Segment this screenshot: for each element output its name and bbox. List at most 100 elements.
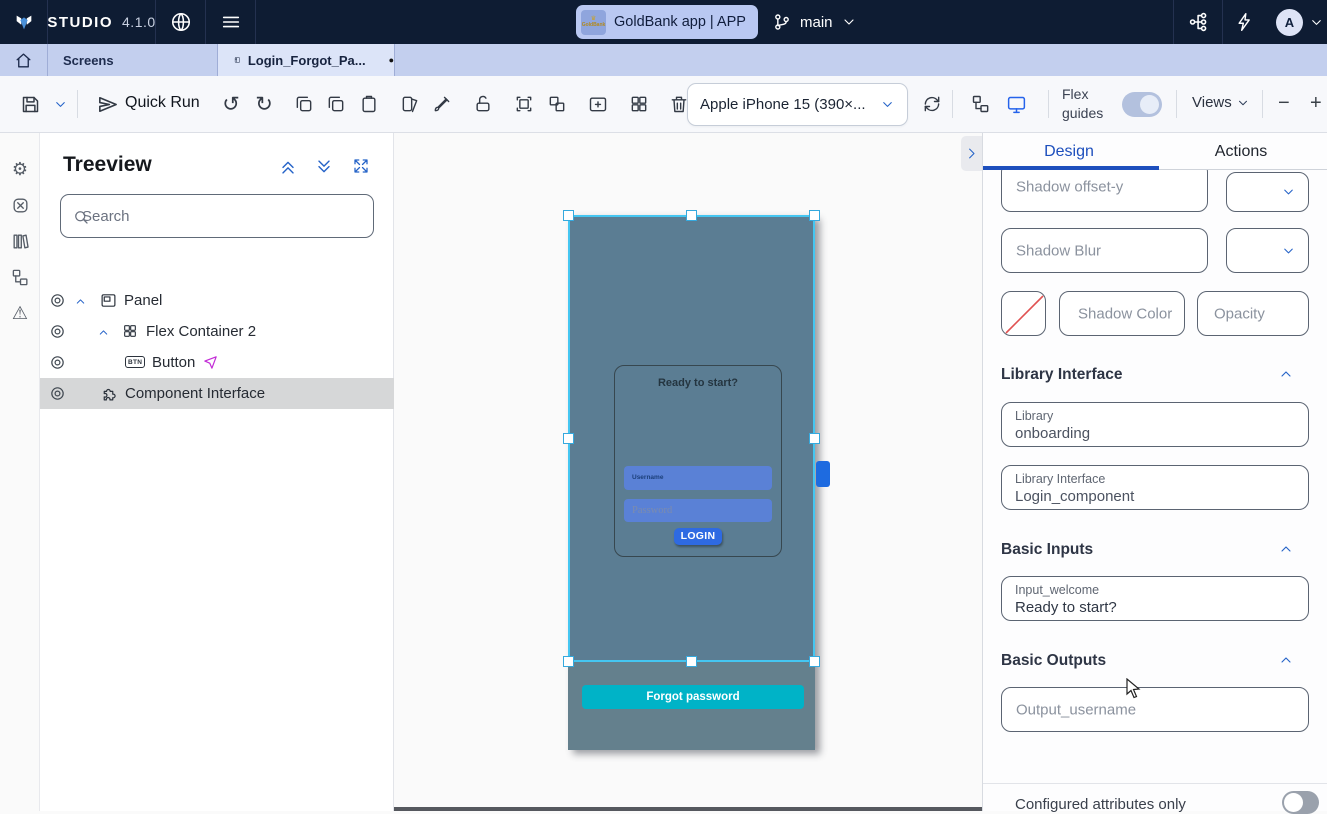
expand-all-button[interactable] <box>314 157 334 177</box>
avatar[interactable]: A <box>1276 9 1303 36</box>
chevron-right-icon <box>964 146 979 161</box>
selection-handle-w[interactable] <box>563 433 574 444</box>
duplicate-button[interactable] <box>288 88 320 120</box>
styles-button[interactable] <box>394 88 426 120</box>
user-menu[interactable]: A <box>1276 0 1324 44</box>
shadow-blur-unit-select[interactable] <box>1226 228 1309 273</box>
palette-icon <box>400 94 420 114</box>
selection-handle-nw[interactable] <box>563 210 574 221</box>
object-diagram-button[interactable] <box>1183 0 1215 44</box>
collapse-all-button[interactable] <box>278 157 298 177</box>
visibility-eye-icon[interactable] <box>49 385 66 402</box>
selection-handle-e[interactable] <box>809 433 820 444</box>
tree-row-panel[interactable]: Panel <box>40 285 394 316</box>
treeview-toggle-button[interactable] <box>965 88 997 120</box>
input-welcome-field[interactable]: Input_welcome Ready to start? <box>1001 576 1309 621</box>
views-dropdown[interactable]: Views <box>1192 94 1250 111</box>
selected-component-interface[interactable]: Ready to start? Username Password LOGIN <box>568 215 815 662</box>
screen-tab-bar: Screens Login_Forgot_Pa... ● <box>0 44 1327 76</box>
warnings-button[interactable]: ⚠ <box>8 301 32 325</box>
zoom-in-button[interactable]: + <box>1310 92 1322 115</box>
shadow-blur-field[interactable]: Shadow Blur <box>1001 228 1208 273</box>
selection-handle-ne[interactable] <box>809 210 820 221</box>
studio-logo[interactable] <box>0 0 48 44</box>
flex-guides-label: Flex guides <box>1062 85 1103 123</box>
library-interface-field[interactable]: Library Interface Login_component <box>1001 465 1309 510</box>
quick-run-label[interactable]: Quick Run <box>125 94 200 112</box>
unsaved-dot: ● <box>389 55 394 65</box>
tree-row-flex-container[interactable]: Flex Container 2 <box>40 316 394 347</box>
layers-button[interactable] <box>8 265 32 289</box>
quick-run-button[interactable] <box>91 88 123 120</box>
selection-handle-n[interactable] <box>686 210 697 221</box>
visibility-eye-icon[interactable] <box>49 292 66 309</box>
refresh-button[interactable] <box>916 88 948 120</box>
tab-screens[interactable]: Screens <box>48 44 218 76</box>
section-collapse-button[interactable] <box>1278 541 1294 557</box>
library-field[interactable]: Library onboarding <box>1001 402 1309 447</box>
password-input[interactable]: Password <box>624 499 772 522</box>
language-button[interactable] <box>156 0 206 44</box>
brand-version: 4.1.0 <box>122 14 156 30</box>
branch-selector[interactable]: main <box>772 0 857 44</box>
format-painter-button[interactable] <box>426 88 458 120</box>
hamburger-icon <box>220 11 242 33</box>
tab-actions[interactable]: Actions <box>1155 133 1327 170</box>
section-collapse-button[interactable] <box>1278 652 1294 668</box>
tree-search[interactable] <box>60 194 374 238</box>
tree-row-button[interactable]: BTN Button <box>40 347 394 378</box>
design-properties-scroll[interactable]: Shadow offset-y Shadow Blur Shadow Color… <box>983 170 1327 783</box>
tab-login-forgot[interactable]: Login_Forgot_Pa... ● <box>218 44 395 76</box>
design-canvas[interactable]: Ready to start? Username Password LOGIN … <box>394 133 982 811</box>
output-username-field[interactable]: Output_username <box>1001 687 1309 732</box>
visibility-eye-icon[interactable] <box>49 323 66 340</box>
visibility-eye-icon[interactable] <box>49 354 66 371</box>
lock-button[interactable] <box>467 88 499 120</box>
welcome-text[interactable]: Ready to start? <box>615 377 781 389</box>
zoom-out-button[interactable]: − <box>1278 92 1290 115</box>
prototype-button[interactable] <box>8 193 32 217</box>
selection-handle-sw[interactable] <box>563 656 574 667</box>
save-button[interactable] <box>14 88 46 120</box>
panel-collapse-button[interactable] <box>961 136 982 171</box>
collapse-chevron-icon[interactable] <box>97 326 110 339</box>
login-button[interactable]: LOGIN <box>674 528 722 545</box>
app-selector[interactable]: ♛ GoldBank GoldBank app | APP <box>576 5 758 39</box>
username-input[interactable]: Username <box>624 466 772 490</box>
save-options-button[interactable] <box>44 88 76 120</box>
library-button[interactable] <box>8 229 32 253</box>
preview-mode-button[interactable] <box>1000 88 1032 120</box>
shadow-offset-y-unit-select[interactable] <box>1226 172 1309 212</box>
forgot-password-section[interactable]: Forgot password <box>568 662 815 750</box>
add-container-button[interactable] <box>582 88 614 120</box>
paste-button[interactable] <box>353 88 385 120</box>
forgot-password-button[interactable]: Forgot password <box>582 685 804 709</box>
selection-handle-se[interactable] <box>809 656 820 667</box>
opacity-field[interactable]: Opacity <box>1197 291 1309 336</box>
shadow-offset-y-field[interactable]: Shadow offset-y <box>1001 170 1208 212</box>
section-collapse-button[interactable] <box>1278 366 1294 382</box>
shadow-color-swatch[interactable] <box>1001 291 1046 336</box>
redo-button[interactable]: ↻ <box>248 88 280 120</box>
selection-handle-s[interactable] <box>686 656 697 667</box>
settings-button[interactable]: ⚙ <box>8 157 32 181</box>
phone-screen-mockup[interactable]: Ready to start? Username Password LOGIN … <box>568 215 815 750</box>
device-selector[interactable]: Apple iPhone 15 (390×... <box>687 83 908 126</box>
home-tab[interactable] <box>0 44 48 76</box>
ungroup-button[interactable] <box>541 88 573 120</box>
tab-design[interactable]: Design <box>983 133 1155 170</box>
collapse-chevron-icon[interactable] <box>74 295 87 308</box>
main-menu-button[interactable] <box>206 0 256 44</box>
chevron-down-icon <box>53 97 68 112</box>
flex-guides-toggle[interactable] <box>1122 92 1162 117</box>
events-button[interactable] <box>1230 0 1260 44</box>
tree-row-component-interface[interactable]: Component Interface <box>40 378 394 409</box>
undo-button[interactable]: ↺ <box>215 88 247 120</box>
expand-panel-button[interactable] <box>352 157 372 177</box>
copy-button[interactable] <box>320 88 352 120</box>
components-button[interactable] <box>623 88 655 120</box>
component-drag-handle[interactable] <box>816 461 830 487</box>
group-button[interactable] <box>508 88 540 120</box>
search-input[interactable] <box>82 197 367 235</box>
shadow-color-field[interactable]: Shadow Color <box>1059 291 1185 336</box>
